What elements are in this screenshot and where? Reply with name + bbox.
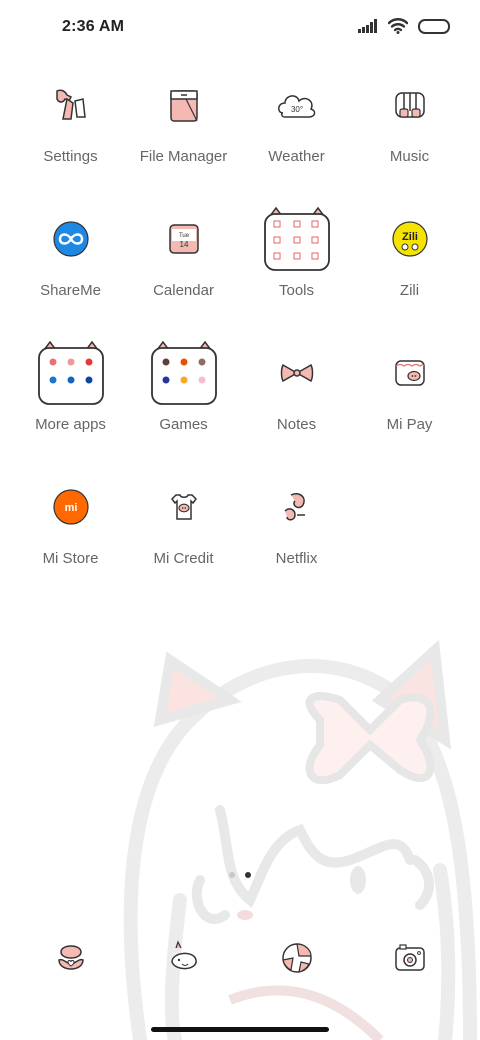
app-music[interactable]: Music [353,72,466,206]
battery-icon [418,18,450,34]
app-shareme[interactable]: ShareMe [14,206,127,340]
app-mi-store[interactable]: mi Mi Store [14,474,127,608]
app-tools-folder[interactable]: Tools [240,206,353,340]
phone-icon [57,945,84,970]
app-label: ShareMe [40,282,101,299]
app-label: Weather [268,148,325,165]
browser-icon [281,943,312,973]
calendar-icon: Tue 14 [168,224,199,254]
svg-text:mi: mi [64,502,77,514]
app-label: Settings [43,148,98,165]
svg-text:14: 14 [179,240,188,249]
dock-messages[interactable] [127,930,240,986]
dock [14,930,466,986]
settings-icon [55,89,86,120]
status-icons [358,18,450,34]
status-time: 2:36 AM [62,18,125,35]
app-file-manager[interactable]: File Manager [127,72,240,206]
mi-credit-icon [170,494,197,520]
app-label: Tools [278,282,315,299]
games-folder-icon [150,340,217,405]
app-notes[interactable]: Notes [240,340,353,474]
app-label: Netflix [275,550,318,567]
mi-store-icon: mi [52,489,89,525]
messages-icon [170,940,197,970]
file-manager-icon [169,90,198,122]
app-label: File Manager [139,148,228,165]
page-indicator [0,872,480,878]
svg-text:Zili: Zili [402,231,418,243]
app-label: Mi Store [42,550,99,567]
app-games-folder[interactable]: Games [127,340,240,474]
app-grid: Settings File Manager 30° Weather Music … [14,72,466,608]
mi-pay-icon [394,360,425,386]
app-label: More apps [35,416,106,433]
dock-browser[interactable] [240,930,353,986]
page-dot-1[interactable] [229,872,235,878]
app-label: Calendar [153,282,214,299]
app-label: Games [159,416,208,433]
app-label: Mi Credit [153,550,214,567]
app-label: Notes [276,416,317,433]
zili-icon: Zili [391,221,428,257]
app-calendar[interactable]: Tue 14 Calendar [127,206,240,340]
app-mi-pay[interactable]: Mi Pay [353,340,466,474]
app-mi-credit[interactable]: Mi Credit [127,474,240,608]
app-settings[interactable]: Settings [14,72,127,206]
dock-camera[interactable] [353,930,466,986]
wifi-icon [388,18,408,34]
page-dot-2-active[interactable] [245,872,251,878]
gesture-nav-handle[interactable] [151,1027,329,1032]
app-more-apps-folder[interactable]: More apps [14,340,127,474]
svg-text:30°: 30° [290,105,302,114]
more-apps-folder-icon [37,340,104,405]
app-label: Zili [399,282,420,299]
app-label: Mi Pay [386,416,433,433]
signal-icon [358,19,377,33]
app-label: Music [389,148,430,165]
weather-icon: 30° [277,95,315,118]
status-bar: 2:36 AM [0,0,480,56]
netflix-icon [283,493,305,521]
app-weather[interactable]: 30° Weather [240,72,353,206]
svg-text:Tue: Tue [178,233,189,239]
camera-icon [394,944,425,971]
notes-icon [280,363,313,383]
tools-folder-icon [263,206,330,271]
dock-phone[interactable] [14,930,127,986]
app-zili[interactable]: Zili Zili [353,206,466,340]
shareme-icon [52,221,89,257]
app-netflix[interactable]: Netflix [240,474,353,608]
music-icon [394,92,425,118]
